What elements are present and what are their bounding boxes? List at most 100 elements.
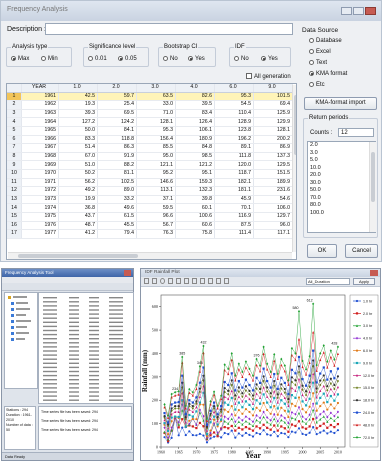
row-number-cell[interactable]: 7	[7, 143, 22, 153]
pan-icon[interactable]	[168, 278, 173, 284]
table-cell[interactable]: 84.8	[175, 143, 215, 153]
scroll-thumb[interactable]	[294, 95, 296, 155]
table-cell[interactable]: 121.2	[175, 160, 215, 170]
table-cell[interactable]: 180.9	[175, 135, 215, 145]
table-row[interactable]: 6 1966 83.3 118.8 156.4 180.9 196.2 200.2	[7, 135, 293, 145]
table-row[interactable]: 17 1977 41.2 79.4 76.3 75.8 111.4 117.1	[7, 229, 293, 239]
table-cell[interactable]: 146.6	[136, 178, 176, 188]
tree-item[interactable]	[16, 314, 26, 316]
table-cell[interactable]: 45.5	[97, 221, 137, 231]
table-cell[interactable]: 1962	[21, 100, 59, 110]
column-header[interactable]: 4.0	[175, 84, 215, 93]
source-kma-format-option[interactable]: KMA format	[309, 71, 347, 78]
table-cell[interactable]: 45.9	[214, 195, 254, 205]
row-number-cell[interactable]: 4	[7, 117, 22, 127]
scroll-thumb[interactable]	[18, 254, 138, 258]
tree-item[interactable]	[16, 320, 31, 322]
table-cell[interactable]: 1966	[21, 135, 59, 145]
table-cell[interactable]: 95.3	[214, 92, 254, 102]
list-item[interactable]: 20.0	[308, 172, 375, 180]
ok-button[interactable]: OK	[307, 244, 337, 258]
table-cell[interactable]: 125.9	[253, 109, 293, 119]
table-cell[interactable]: 128.9	[214, 117, 254, 127]
grid-icon[interactable]	[200, 278, 205, 284]
table-cell[interactable]: 86.3	[97, 143, 137, 153]
table-cell[interactable]: 59.5	[136, 203, 176, 213]
table-cell[interactable]: 59.7	[97, 92, 137, 102]
table-cell[interactable]: 181.1	[214, 186, 254, 196]
table-cell[interactable]: 113.1	[136, 186, 176, 196]
refresh-icon[interactable]	[192, 278, 197, 284]
table-row[interactable]: 9 1969 51.0 88.2 121.1 121.2 120.0 129.5	[7, 160, 293, 170]
table-cell[interactable]: 1968	[21, 152, 59, 162]
row-number-cell[interactable]: 3	[7, 109, 22, 119]
table-row[interactable]: 1 1961 42.5 59.7 63.5 82.6 95.3 101.5	[7, 92, 293, 102]
table-cell[interactable]: 89.1	[214, 143, 254, 153]
table-row[interactable]: 12 1972 49.2 89.0 113.1 132.3 181.1 231.6	[7, 186, 293, 196]
table-cell[interactable]: 60.6	[175, 221, 215, 231]
description-input[interactable]	[45, 23, 293, 35]
table-cell[interactable]: 137.3	[253, 152, 293, 162]
list-item[interactable]: 80.0	[308, 202, 375, 210]
table-cell[interactable]: 69.4	[253, 100, 293, 110]
table-row[interactable]: 4 1964 127.2 124.2 128.1 126.4 128.9 129.9	[7, 117, 293, 127]
list-item[interactable]: 3.0	[308, 150, 375, 158]
table-row[interactable]: 5 1965 50.0 84.1 95.3 106.1 123.8 128.1	[7, 126, 293, 136]
table-cell[interactable]: 75.8	[175, 229, 215, 239]
table-cell[interactable]: 127.2	[58, 117, 98, 127]
table-cell[interactable]: 1971	[21, 178, 59, 188]
table-cell[interactable]: 88.2	[97, 160, 137, 170]
tree-item[interactable]	[16, 302, 28, 304]
data-grid[interactable]: YEAR 1.0 2.0 3.0 4.0 6.0 9.0 1 1961 42.5 59…	[6, 83, 297, 260]
table-cell[interactable]: 54.6	[253, 195, 293, 205]
table-cell[interactable]: 100.6	[175, 212, 215, 222]
list-scrollbar[interactable]	[369, 142, 376, 232]
table-cell[interactable]: 196.2	[214, 135, 254, 145]
table-cell[interactable]: 56.7	[136, 221, 176, 231]
table-row[interactable]: 15 1975 43.7 61.5 96.6 100.6 116.9 129.7	[7, 212, 293, 222]
table-row[interactable]: 8 1968 67.0 91.9 95.0 98.5 111.8 137.3	[7, 152, 293, 162]
table-cell[interactable]: 96.6	[136, 212, 176, 222]
all-generation-checkbox[interactable]: All generation	[246, 73, 291, 81]
save-icon[interactable]	[144, 278, 149, 284]
table-cell[interactable]: 1970	[21, 169, 59, 179]
data-list-panel[interactable]	[38, 292, 134, 404]
column-header[interactable]: 6.0	[214, 84, 254, 93]
table-row[interactable]: 7 1967 51.4 86.3 85.5 84.8 89.1 86.9	[7, 143, 293, 153]
idf-yes-option[interactable]: Yes	[261, 56, 278, 63]
bootstrap-yes-option[interactable]: Yes	[188, 56, 205, 63]
row-number-cell[interactable]: 12	[7, 186, 22, 196]
source-text-option[interactable]: Text	[309, 60, 327, 67]
table-cell[interactable]: 84.1	[97, 126, 137, 136]
table-cell[interactable]: 182.1	[214, 178, 254, 188]
table-cell[interactable]: 67.0	[58, 152, 98, 162]
bootstrap-no-option[interactable]: No	[163, 56, 178, 63]
row-number-cell[interactable]: 1	[7, 92, 22, 102]
table-cell[interactable]: 1964	[21, 117, 59, 127]
row-number-cell[interactable]: 8	[7, 152, 22, 162]
table-cell[interactable]: 1963	[21, 109, 59, 119]
table-cell[interactable]: 124.2	[97, 117, 137, 127]
apply-button[interactable]: Apply	[353, 278, 375, 285]
table-cell[interactable]: 126.4	[175, 117, 215, 127]
table-row[interactable]: 14 1974 36.8 49.6 59.5 60.1 70.1 106.0	[7, 203, 293, 213]
table-cell[interactable]: 95.2	[136, 169, 176, 179]
return-periods-list[interactable]: 2.0 3.0 5.0 10.0 20.0 30.0 50.0 70.0 80.…	[307, 141, 376, 233]
table-cell[interactable]: 106.0	[253, 203, 293, 213]
source-etc-option[interactable]: Etc	[309, 82, 325, 89]
table-row[interactable]: 2 1962 19.3 25.4 33.0 39.5 54.5 69.4	[7, 100, 293, 110]
table-cell[interactable]: 49.6	[97, 203, 137, 213]
list-item[interactable]: 10.0	[308, 165, 375, 173]
table-cell[interactable]: 1969	[21, 160, 59, 170]
table-cell[interactable]: 39.8	[175, 195, 215, 205]
table-row[interactable]: 10 1970 50.2 81.1 95.2 95.1 118.7 151.5	[7, 169, 293, 179]
table-cell[interactable]: 70.1	[214, 203, 254, 213]
row-number-cell[interactable]: 10	[7, 169, 22, 179]
cancel-button[interactable]: Cancel	[345, 244, 378, 258]
app-close-button[interactable]	[124, 270, 131, 276]
table-cell[interactable]: 1975	[21, 212, 59, 222]
analysis-type-min-option[interactable]: Min	[41, 56, 58, 63]
table-cell[interactable]: 128.1	[136, 117, 176, 127]
table-cell[interactable]: 33.0	[136, 100, 176, 110]
table-cell[interactable]: 56.2	[58, 178, 98, 188]
